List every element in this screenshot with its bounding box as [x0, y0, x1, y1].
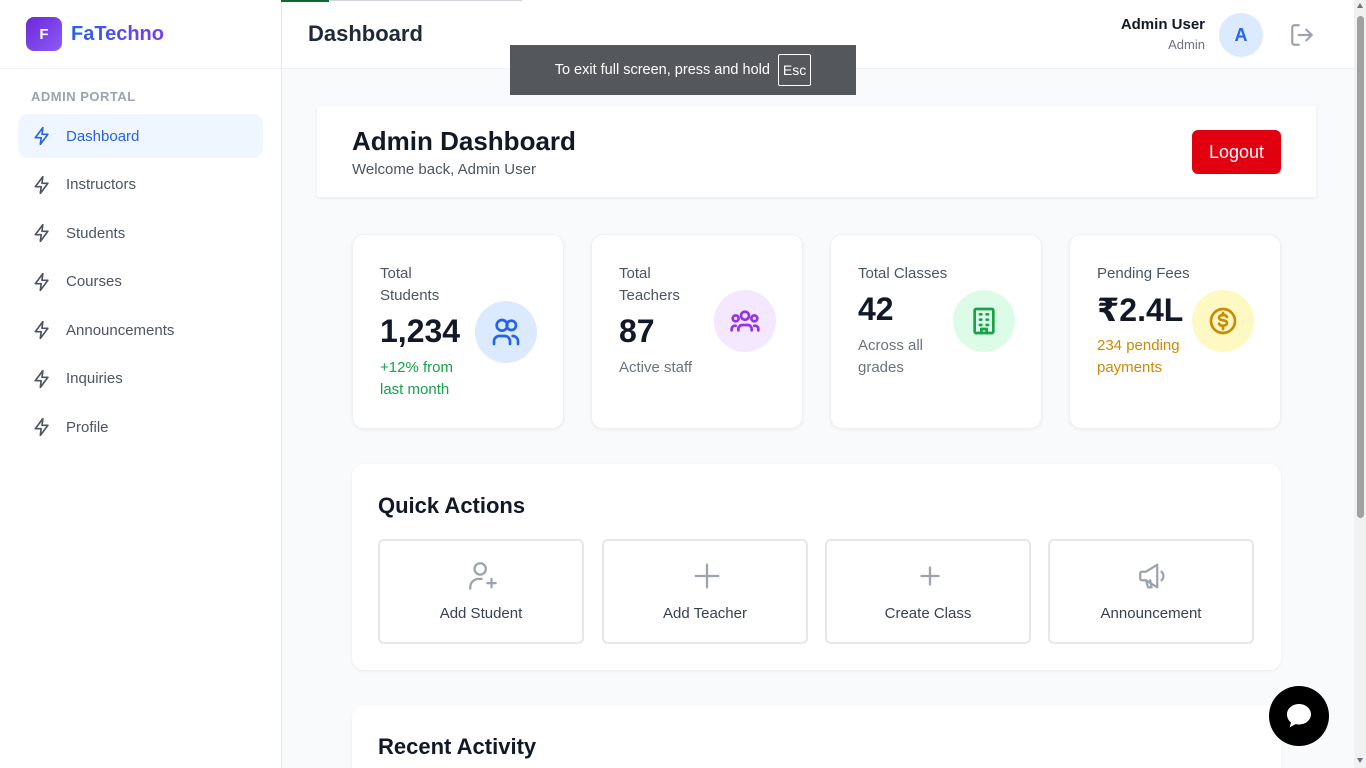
plus-icon	[913, 559, 947, 593]
stat-value: 87	[619, 313, 655, 349]
lightning-icon	[32, 272, 52, 292]
chat-bubble-icon	[1287, 704, 1311, 728]
loading-bar	[281, 0, 329, 2]
sidebar-item-label: Dashboard	[66, 127, 140, 145]
scrollbar-thumb[interactable]	[1357, 16, 1364, 518]
brand-name: FaTechno	[71, 22, 164, 45]
sidebar-item-students[interactable]: Students	[18, 211, 263, 255]
fullscreen-toast-text: To exit full screen, press and hold	[554, 62, 770, 78]
recent-activity-card: Recent Activity	[352, 705, 1281, 768]
stat-label: Pending Fees	[1097, 265, 1190, 282]
brand-logo: F	[26, 17, 62, 51]
sidebar-item-label: Announcements	[66, 321, 175, 339]
stat-note: 234 pending payments	[1097, 337, 1180, 376]
sidebar-item-inquiries[interactable]: Inquiries	[18, 357, 263, 401]
welcome-text: Welcome back, Admin User	[352, 161, 536, 178]
create-class-button[interactable]: Create Class	[825, 539, 1031, 644]
page-scrollbar[interactable]	[1354, 0, 1366, 768]
logout-icon[interactable]	[1289, 22, 1315, 48]
sidebar-item-profile[interactable]: Profile	[18, 405, 263, 449]
sidebar-item-announcements[interactable]: Announcements	[18, 308, 263, 352]
sidebar: F FaTechno ADMIN PORTAL Dashboard Instru…	[0, 0, 282, 768]
group-icon	[714, 290, 776, 352]
quick-action-label: Announcement	[1100, 605, 1202, 622]
building-icon	[953, 290, 1015, 352]
quick-action-label: Add Student	[439, 605, 523, 622]
sidebar-item-courses[interactable]: Courses	[18, 260, 263, 304]
stat-label: Total Teachers	[619, 265, 680, 304]
lightning-icon	[32, 417, 52, 437]
lightning-icon	[32, 223, 52, 243]
sidebar-nav: Dashboard Instructors Students Courses A…	[18, 114, 263, 454]
stat-card-total-teachers: Total Teachers 87 Active staff	[591, 234, 803, 429]
chat-button[interactable]	[1269, 686, 1329, 746]
add-teacher-button[interactable]: Add Teacher	[602, 539, 808, 644]
stat-card-pending-fees: Pending Fees ₹2.4L 234 pending payments	[1069, 234, 1281, 429]
lightning-icon	[32, 320, 52, 340]
user-plus-icon	[466, 559, 500, 593]
announcement-button[interactable]: Announcement	[1048, 539, 1254, 644]
sidebar-item-label: Courses	[66, 273, 122, 290]
sidebar-item-dashboard[interactable]: Dashboard	[18, 114, 263, 158]
user-info: Admin User Admin	[1121, 16, 1205, 52]
user-name: Admin User	[1120, 16, 1205, 33]
stat-value: ₹2.4L	[1097, 292, 1184, 328]
scroll-up-arrow[interactable]	[1357, 3, 1363, 8]
stat-note: Active staff	[619, 359, 693, 376]
page-title: Dashboard	[308, 21, 423, 46]
avatar[interactable]: A	[1219, 13, 1263, 57]
stat-value: 1,234	[380, 313, 461, 349]
sidebar-item-label: Instructors	[66, 176, 137, 193]
quick-action-label: Add Teacher	[663, 605, 747, 622]
lightning-icon	[32, 175, 52, 195]
stat-label: Total Classes	[858, 265, 948, 282]
scroll-down-arrow[interactable]	[1357, 758, 1363, 763]
sidebar-item-label: Students	[66, 224, 126, 242]
portal-section-label: ADMIN PORTAL	[31, 89, 136, 104]
sidebar-item-instructors[interactable]: Instructors	[18, 163, 263, 207]
fullscreen-exit-toast: To exit full screen, press and hold Esc	[510, 45, 856, 95]
logout-button[interactable]: Logout	[1192, 130, 1281, 174]
sidebar-item-label: Profile	[66, 418, 109, 436]
user-role: Admin	[1168, 37, 1205, 52]
stat-card-total-students: Total Students 1,234 +12% from last mont…	[352, 234, 564, 429]
add-student-button[interactable]: Add Student	[378, 539, 584, 644]
users-icon	[475, 301, 537, 363]
loading-bar-track	[329, 0, 522, 1]
admin-dashboard-title: Admin Dashboard	[352, 126, 576, 156]
lightning-icon	[32, 369, 52, 389]
quick-actions-card: Quick Actions Add Student Add Teacher Cr…	[352, 464, 1281, 670]
megaphone-icon	[1136, 559, 1170, 593]
esc-key-badge: Esc	[777, 54, 812, 86]
sidebar-item-label: Inquiries	[66, 370, 123, 387]
stat-note: +12% from last month	[380, 359, 453, 398]
stat-card-total-classes: Total Classes 42 Across all grades	[830, 234, 1042, 429]
stat-value: 42	[858, 291, 894, 327]
quick-actions-title: Quick Actions	[378, 493, 526, 518]
dollar-icon	[1192, 290, 1254, 352]
lightning-icon	[32, 126, 52, 146]
brand[interactable]: F FaTechno	[0, 0, 281, 69]
stat-note: Across all grades	[858, 337, 924, 376]
admin-welcome-card: Admin Dashboard Welcome back, Admin User…	[317, 106, 1316, 197]
quick-action-label: Create Class	[884, 605, 972, 622]
plus-icon	[690, 559, 724, 593]
recent-activity-title: Recent Activity	[378, 734, 537, 759]
stat-label: Total Students	[380, 265, 440, 304]
